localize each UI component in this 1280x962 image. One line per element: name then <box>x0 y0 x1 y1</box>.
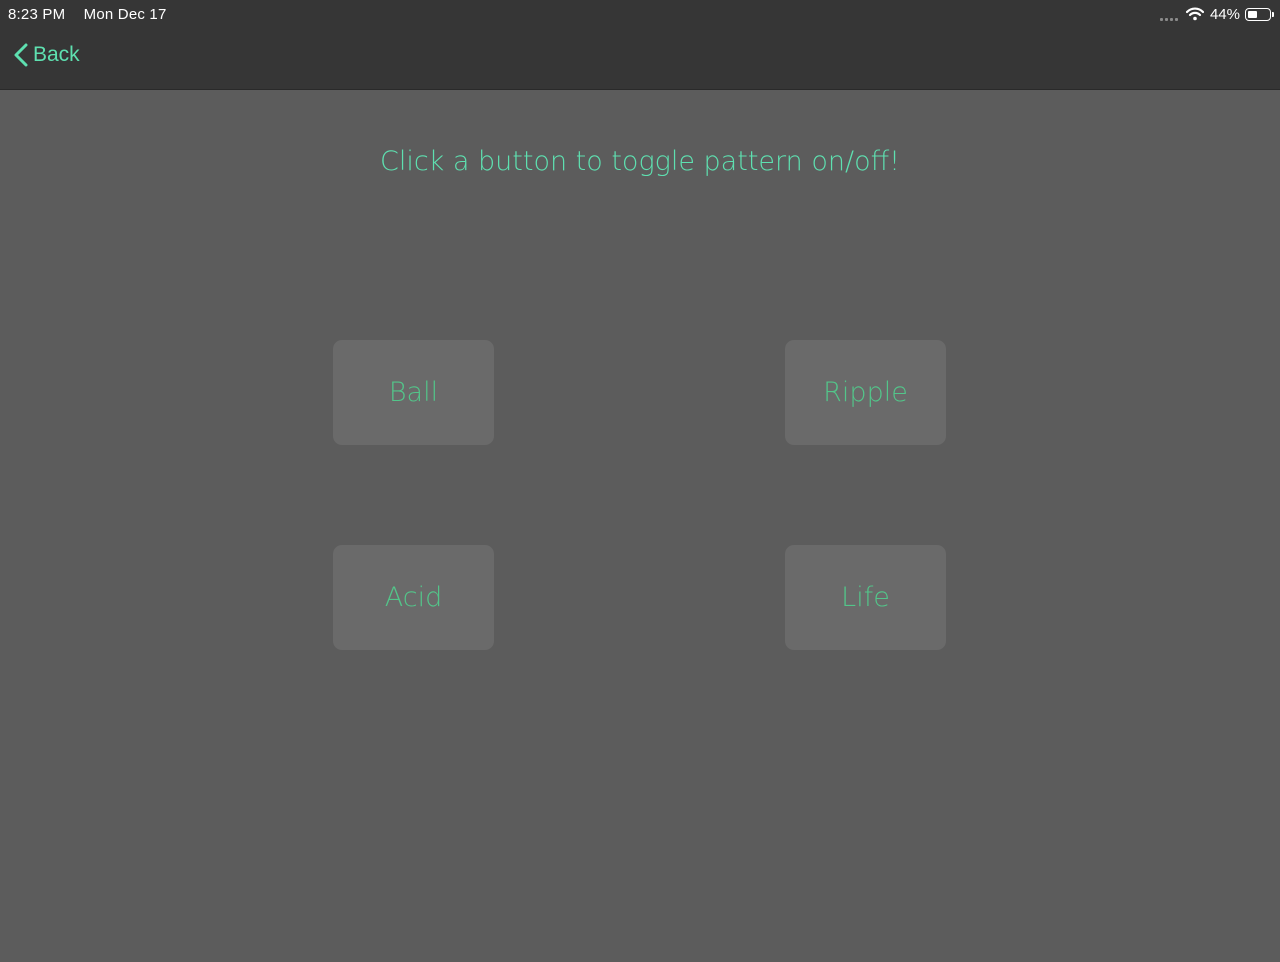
chevron-left-icon <box>14 43 28 67</box>
status-bar-right: 44% <box>1159 5 1274 23</box>
battery-percent: 44% <box>1209 5 1240 23</box>
life-button[interactable]: Life <box>785 545 946 650</box>
battery-nub <box>1272 11 1274 17</box>
navigation-bar: 8:23 PM Mon Dec 17 44% Back <box>0 0 1280 90</box>
battery-icon <box>1245 7 1271 21</box>
acid-button[interactable]: Acid <box>333 545 494 650</box>
ball-button[interactable]: Ball <box>333 340 494 445</box>
ball-button-label: Ball <box>388 377 439 408</box>
ripple-button[interactable]: Ripple <box>785 340 946 445</box>
acid-button-label: Acid <box>384 582 443 613</box>
status-date: Mon Dec 17 <box>83 6 167 23</box>
status-time: 8:23 PM <box>8 6 66 23</box>
wifi-icon <box>1185 7 1204 21</box>
cellular-signal-icon <box>1159 7 1178 21</box>
life-button-label: Life <box>841 582 890 613</box>
back-label: Back <box>33 43 80 66</box>
status-bar-left: 8:23 PM Mon Dec 17 <box>8 6 181 23</box>
back-button[interactable]: Back <box>14 43 80 67</box>
ripple-button-label: Ripple <box>823 377 908 408</box>
instruction-text: Click a button to toggle pattern on/off! <box>379 146 901 177</box>
